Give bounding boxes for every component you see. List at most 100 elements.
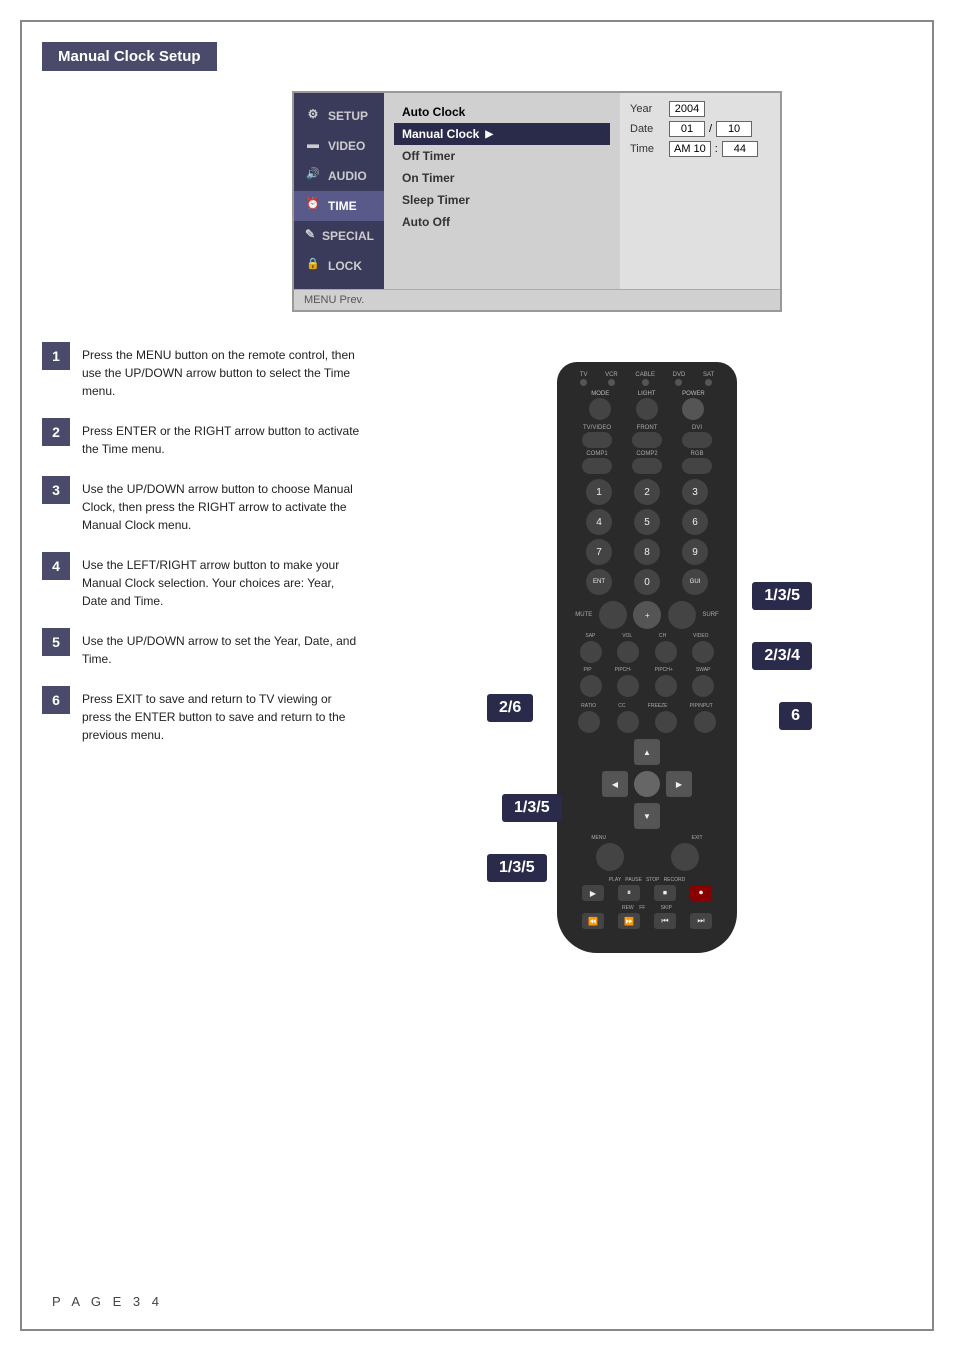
time-row: Time AM 10 : 44 bbox=[630, 141, 770, 157]
menu-sidebar: ⚙ SETUP ▬ VIDEO 🔊 AUDIO ⏰ TIME bbox=[294, 93, 384, 289]
steps-list: 1 Press the MENU button on the remote co… bbox=[42, 342, 362, 1042]
vol-label: VOL bbox=[622, 633, 632, 639]
surf-label: SURF bbox=[702, 612, 718, 618]
callout-26: 2/6 bbox=[487, 694, 533, 722]
pipinput-btn bbox=[694, 711, 716, 733]
btn-6: 6 bbox=[682, 509, 708, 535]
sidebar-lock: 🔒 LOCK bbox=[294, 251, 384, 281]
step-6: 6 Press EXIT to save and return to TV vi… bbox=[42, 686, 362, 744]
ff-btn: ⏩ bbox=[618, 913, 640, 929]
menu-on-timer: On Timer bbox=[394, 167, 610, 189]
record-btn: ⏺ bbox=[690, 885, 712, 901]
nav-center-btn bbox=[634, 771, 660, 797]
time-icon: ⏰ bbox=[304, 197, 322, 215]
ratio-btn bbox=[578, 711, 600, 733]
step-text-2: Press ENTER or the RIGHT arrow button to… bbox=[82, 418, 362, 458]
light-label: LIGHT bbox=[636, 391, 658, 421]
sidebar-video: ▬ VIDEO bbox=[294, 131, 384, 161]
pipinput-label: PIPINPUT bbox=[690, 703, 713, 709]
step-4: 4 Use the LEFT/RIGHT arrow button to mak… bbox=[42, 552, 362, 610]
menu-screenshot: ⚙ SETUP ▬ VIDEO 🔊 AUDIO ⏰ TIME bbox=[292, 91, 782, 312]
step-3: 3 Use the UP/DOWN arrow button to choose… bbox=[42, 476, 362, 534]
btn-guide: GUI bbox=[682, 569, 708, 595]
skip-back-btn: ⏮ bbox=[654, 913, 676, 929]
btn-9: 9 bbox=[682, 539, 708, 565]
cable-mode: CABLE bbox=[635, 372, 655, 387]
menu-auto-off: Auto Off bbox=[394, 211, 610, 233]
step-number-6: 6 bbox=[42, 686, 70, 714]
pause-btn: ⏸ bbox=[618, 885, 640, 901]
callout-135-bottom: 1/3/5 bbox=[487, 854, 547, 882]
exit-btn-label: EXIT bbox=[691, 835, 702, 841]
vol-btn bbox=[617, 641, 639, 663]
nav-left-btn: ◀ bbox=[602, 771, 628, 797]
btn-enter-small: ENT bbox=[586, 569, 612, 595]
ratio-label: RATIO bbox=[581, 703, 596, 709]
menu-btn bbox=[596, 843, 624, 871]
remote-control: TV VCR CABLE DVD SAT MODE LIGHT POWER bbox=[557, 362, 737, 953]
menu-footer-text: MENU Prev. bbox=[304, 294, 364, 306]
mute-btn bbox=[599, 601, 627, 629]
nav-up-btn: ▲ bbox=[634, 739, 660, 765]
menu-btn-label: MENU bbox=[591, 835, 606, 841]
play-btn: ▶ bbox=[582, 885, 604, 901]
front-btn: FRONT bbox=[632, 425, 662, 449]
plus-btn: + bbox=[633, 601, 661, 629]
remote-body: TV VCR CABLE DVD SAT MODE LIGHT POWER bbox=[557, 362, 737, 953]
btn-5: 5 bbox=[634, 509, 660, 535]
number-pad: 1 2 3 4 5 6 7 8 9 ENT 0 GUI bbox=[567, 479, 727, 595]
menu-sleep-timer: Sleep Timer bbox=[394, 189, 610, 211]
page-number: P A G E 3 4 bbox=[52, 1294, 163, 1309]
btn-1: 1 bbox=[586, 479, 612, 505]
btn-7: 7 bbox=[586, 539, 612, 565]
callout-135-right: 1/3/5 bbox=[752, 582, 812, 610]
btn-4: 4 bbox=[586, 509, 612, 535]
date-value1: 01 bbox=[669, 121, 705, 137]
comp2-btn: COMP2 bbox=[632, 451, 662, 475]
freeze-label: FREEZE bbox=[648, 703, 668, 709]
year-label: Year bbox=[630, 103, 665, 115]
steps-section: 1 Press the MENU button on the remote co… bbox=[42, 342, 912, 1042]
pipch-plus-btn bbox=[655, 675, 677, 697]
time-value1: AM 10 bbox=[669, 141, 711, 157]
comp1-btn: COMP1 bbox=[582, 451, 612, 475]
step-5: 5 Use the UP/DOWN arrow to set the Year,… bbox=[42, 628, 362, 668]
rew-ff-labels: REW FF SKIP bbox=[567, 905, 727, 911]
pip-btn bbox=[580, 675, 602, 697]
transport-labels: PLAY PAUSE STOP RECORD bbox=[567, 877, 727, 883]
swap-btn bbox=[692, 675, 714, 697]
pipch-plus-label: PIPCH+ bbox=[655, 667, 673, 673]
menu-main: Auto Clock Manual Clock ▶ Off Timer On T… bbox=[384, 93, 620, 289]
rew-btn: ⏪ bbox=[582, 913, 604, 929]
time-value2: 44 bbox=[722, 141, 758, 157]
year-row: Year 2004 bbox=[630, 101, 770, 117]
btn-2: 2 bbox=[634, 479, 660, 505]
btn-8: 8 bbox=[634, 539, 660, 565]
rgb-btn: RGB bbox=[682, 451, 712, 475]
menu-right-panel: Year 2004 Date 01 / 10 Time AM 10 : 44 bbox=[620, 93, 780, 289]
vcr-mode: VCR bbox=[605, 372, 618, 387]
step-number-5: 5 bbox=[42, 628, 70, 656]
dvi-btn: DVI bbox=[682, 425, 712, 449]
step-text-4: Use the LEFT/RIGHT arrow button to make … bbox=[82, 552, 362, 610]
time-sep: : bbox=[715, 143, 718, 155]
step-text-1: Press the MENU button on the remote cont… bbox=[82, 342, 362, 400]
pipch-minus-btn bbox=[617, 675, 639, 697]
sap-label: SAP bbox=[585, 633, 595, 639]
mode-label: MODE bbox=[589, 391, 611, 421]
menu-footer: MENU Prev. bbox=[294, 289, 780, 310]
btn-0: 0 bbox=[634, 569, 660, 595]
step-text-3: Use the UP/DOWN arrow button to choose M… bbox=[82, 476, 362, 534]
stop-btn: ⏹ bbox=[654, 885, 676, 901]
step-text-6: Press EXIT to save and return to TV view… bbox=[82, 686, 362, 744]
sidebar-audio: 🔊 AUDIO bbox=[294, 161, 384, 191]
step-text-5: Use the UP/DOWN arrow to set the Year, D… bbox=[82, 628, 362, 668]
dvd-mode: DVD bbox=[673, 372, 686, 387]
video-icon: ▬ bbox=[304, 137, 322, 155]
menu-off-timer: Off Timer bbox=[394, 145, 610, 167]
cc-btn bbox=[617, 711, 639, 733]
date-label: Date bbox=[630, 123, 665, 135]
skip-fwd-btn: ⏭ bbox=[690, 913, 712, 929]
step-2: 2 Press ENTER or the RIGHT arrow button … bbox=[42, 418, 362, 458]
page-title: Manual Clock Setup bbox=[42, 42, 217, 71]
